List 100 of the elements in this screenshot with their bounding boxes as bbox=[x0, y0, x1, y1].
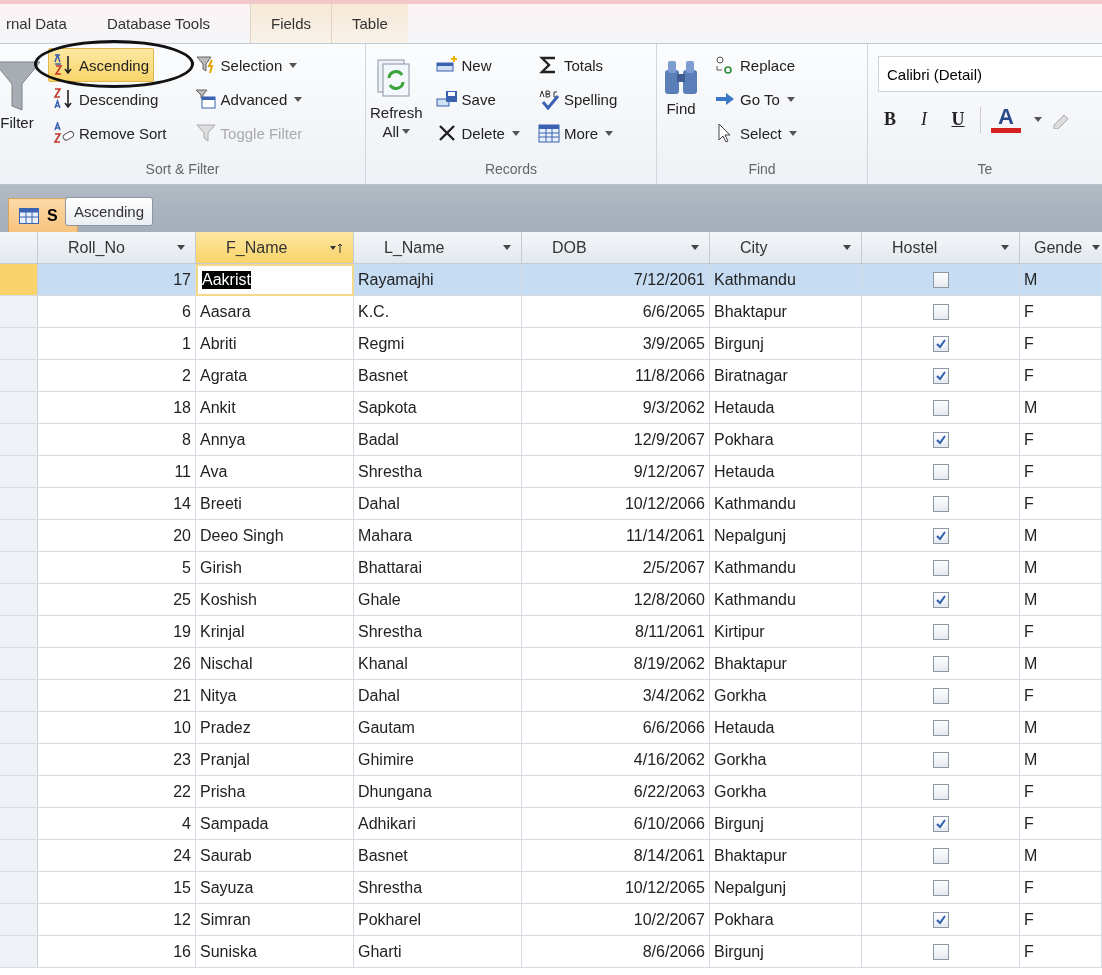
checkbox[interactable] bbox=[932, 431, 949, 448]
table-row[interactable]: 22 Prisha Dhungana 6/22/2063 Gorkha F bbox=[0, 776, 1102, 808]
column-header[interactable]: F_Name bbox=[196, 232, 354, 263]
record-selector[interactable] bbox=[0, 744, 38, 776]
checkbox[interactable] bbox=[932, 911, 949, 928]
checkbox[interactable] bbox=[932, 335, 949, 352]
ribbon-tab[interactable]: Fields bbox=[250, 4, 331, 43]
ribbon-button[interactable]: Descending bbox=[48, 82, 164, 116]
checkbox[interactable] bbox=[932, 847, 949, 864]
ribbon-tab[interactable]: Table bbox=[331, 4, 408, 43]
italic-button[interactable]: I bbox=[912, 109, 936, 130]
table-row[interactable]: 10 Pradez Gautam 6/6/2066 Hetauda M bbox=[0, 712, 1102, 744]
checkbox[interactable] bbox=[932, 399, 949, 416]
record-selector[interactable] bbox=[0, 456, 38, 488]
table-row[interactable]: 21 Nitya Dahal 3/4/2062 Gorkha F bbox=[0, 680, 1102, 712]
table-row[interactable]: 8 Annya Badal 12/9/2067 Pokhara F bbox=[0, 424, 1102, 456]
checkbox[interactable] bbox=[932, 687, 949, 704]
edit-field[interactable]: Aakrist bbox=[196, 264, 354, 296]
record-selector[interactable] bbox=[0, 520, 38, 552]
checkbox[interactable] bbox=[932, 527, 949, 544]
ribbon-button[interactable]: Delete bbox=[430, 116, 525, 150]
table-row[interactable]: 16 Suniska Gharti 8/6/2066 Birgunj F bbox=[0, 936, 1102, 968]
ribbon-button[interactable]: More bbox=[532, 116, 623, 150]
table-row[interactable]: 20 Deeo Singh Mahara 11/14/2061 Nepalgunj M bbox=[0, 520, 1102, 552]
record-selector[interactable] bbox=[0, 424, 38, 456]
table-row[interactable]: 12 Simran Pokharel 10/2/2067 Pokhara F bbox=[0, 904, 1102, 936]
ribbon-button[interactable]: Select bbox=[709, 116, 802, 150]
record-selector[interactable] bbox=[0, 648, 38, 680]
record-selector[interactable] bbox=[0, 360, 38, 392]
filter-button[interactable]: Filter bbox=[0, 48, 44, 156]
checkbox[interactable] bbox=[932, 815, 949, 832]
column-header[interactable]: Gende bbox=[1020, 232, 1102, 263]
checkbox[interactable] bbox=[932, 559, 949, 576]
font-color-button[interactable]: A bbox=[991, 106, 1021, 133]
table-row[interactable]: 25 Koshish Ghale 12/8/2060 Kathmandu M bbox=[0, 584, 1102, 616]
record-selector[interactable] bbox=[0, 392, 38, 424]
find-button[interactable]: Find bbox=[657, 48, 705, 156]
record-selector[interactable] bbox=[0, 616, 38, 648]
ribbon-button[interactable]: Spelling bbox=[532, 82, 623, 116]
ribbon-button[interactable]: Save bbox=[430, 82, 525, 116]
ribbon-button[interactable]: Replace bbox=[709, 48, 802, 82]
table-row[interactable]: 19 Krinjal Shrestha 8/11/2061 Kirtipur F bbox=[0, 616, 1102, 648]
checkbox[interactable] bbox=[932, 303, 949, 320]
checkbox[interactable] bbox=[932, 655, 949, 672]
table-row[interactable]: 15 Sayuza Shrestha 10/12/2065 Nepalgunj F bbox=[0, 872, 1102, 904]
column-header[interactable]: L_Name bbox=[354, 232, 522, 263]
record-selector[interactable] bbox=[0, 264, 38, 296]
record-selector[interactable] bbox=[0, 584, 38, 616]
record-selector[interactable] bbox=[0, 328, 38, 360]
ribbon-tab[interactable]: Database Tools bbox=[88, 4, 250, 43]
record-selector[interactable] bbox=[0, 712, 38, 744]
ribbon-button[interactable]: New bbox=[430, 48, 525, 82]
table-row[interactable]: 4 Sampada Adhikari 6/10/2066 Birgunj F bbox=[0, 808, 1102, 840]
record-selector[interactable] bbox=[0, 488, 38, 520]
checkbox[interactable] bbox=[932, 591, 949, 608]
record-selector[interactable] bbox=[0, 776, 38, 808]
checkbox[interactable] bbox=[932, 783, 949, 800]
table-row[interactable]: 23 Pranjal Ghimire 4/16/2062 Gorkha M bbox=[0, 744, 1102, 776]
checkbox[interactable] bbox=[932, 367, 949, 384]
ribbon-tab[interactable]: rnal Data bbox=[0, 4, 89, 43]
checkbox[interactable] bbox=[932, 943, 949, 960]
column-header[interactable]: DOB bbox=[522, 232, 710, 263]
table-row[interactable]: 14 Breeti Dahal 10/12/2066 Kathmandu F bbox=[0, 488, 1102, 520]
table-row[interactable]: 6 Aasara K.C. 6/6/2065 Bhaktapur F bbox=[0, 296, 1102, 328]
checkbox[interactable] bbox=[932, 623, 949, 640]
underline-button[interactable]: U bbox=[946, 109, 970, 130]
ribbon-button[interactable]: Remove Sort bbox=[48, 116, 172, 150]
record-selector[interactable] bbox=[0, 840, 38, 872]
checkbox[interactable] bbox=[932, 719, 949, 736]
column-header[interactable]: City bbox=[710, 232, 862, 263]
checkbox[interactable] bbox=[932, 463, 949, 480]
table-row[interactable]: 2 Agrata Basnet 11/8/2066 Biratnagar F bbox=[0, 360, 1102, 392]
checkbox[interactable] bbox=[932, 879, 949, 896]
table-cell: M bbox=[1020, 840, 1102, 872]
refresh-all-button[interactable]: Refresh All bbox=[366, 48, 427, 156]
ribbon-button[interactable]: Selection bbox=[189, 48, 303, 82]
column-header[interactable]: Hostel bbox=[862, 232, 1020, 263]
table-row[interactable]: 26 Nischal Khanal 8/19/2062 Bhaktapur M bbox=[0, 648, 1102, 680]
ribbon-button[interactable]: Totals bbox=[532, 48, 623, 82]
table-row[interactable]: 11 Ava Shrestha 9/12/2067 Hetauda F bbox=[0, 456, 1102, 488]
ribbon-button[interactable]: Ascending bbox=[48, 48, 155, 82]
record-selector[interactable] bbox=[0, 936, 38, 968]
record-selector[interactable] bbox=[0, 904, 38, 936]
bold-button[interactable]: B bbox=[878, 109, 902, 130]
record-selector[interactable] bbox=[0, 872, 38, 904]
record-selector[interactable] bbox=[0, 808, 38, 840]
checkbox[interactable] bbox=[932, 495, 949, 512]
table-row[interactable]: 17 Aakrist Rayamajhi 7/12/2061 Kathmandu M bbox=[0, 264, 1102, 296]
font-name-field[interactable]: Calibri (Detail) bbox=[878, 56, 1102, 92]
checkbox[interactable] bbox=[932, 751, 949, 768]
record-selector[interactable] bbox=[0, 296, 38, 328]
ribbon-button[interactable]: Go To bbox=[709, 82, 802, 116]
table-row[interactable]: 1 Abriti Regmi 3/9/2065 Birgunj F bbox=[0, 328, 1102, 360]
checkbox[interactable] bbox=[932, 271, 949, 288]
table-row[interactable]: 5 Girish Bhattarai 2/5/2067 Kathmandu M bbox=[0, 552, 1102, 584]
table-row[interactable]: 18 Ankit Sapkota 9/3/2062 Hetauda M bbox=[0, 392, 1102, 424]
record-selector[interactable] bbox=[0, 552, 38, 584]
ribbon-button[interactable]: Advanced bbox=[189, 82, 308, 116]
table-row[interactable]: 24 Saurab Basnet 8/14/2061 Bhaktapur M bbox=[0, 840, 1102, 872]
record-selector[interactable] bbox=[0, 680, 38, 712]
